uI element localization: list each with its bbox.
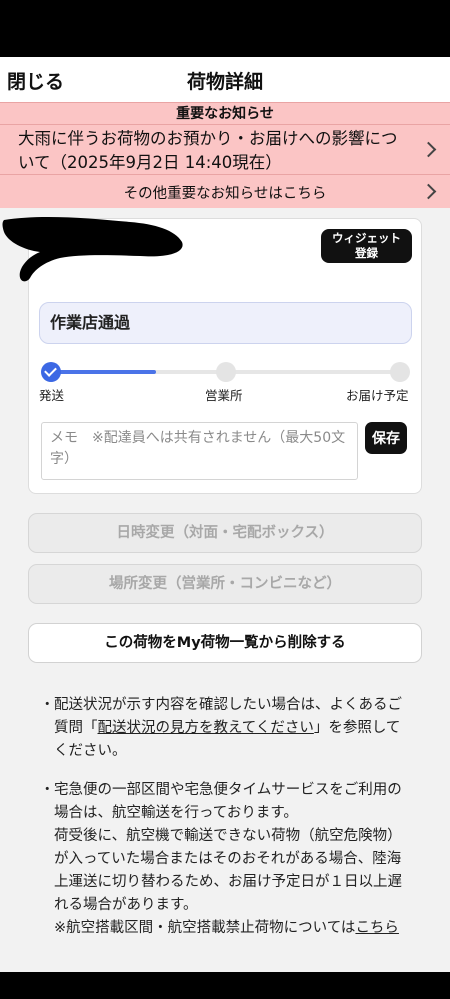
note-bullet: ・ xyxy=(40,782,55,798)
nav-bar: 閉じる 荷物詳細 xyxy=(0,57,450,102)
notice-main-link[interactable]: 大雨に伴うお荷物のお預かり・お届けへの影響について（2025年9月2日 14:4… xyxy=(0,124,450,175)
notice-other-link[interactable]: その他重要なお知らせはこちら xyxy=(0,175,450,208)
step-label-office: 営業所 xyxy=(205,388,243,403)
step-dot-shipped xyxy=(41,362,61,382)
memo-input[interactable] xyxy=(41,422,358,480)
note2-text: 宅急便の一部区間や宅急便タイムサービスをご利用の場合は、航空輸送を行っております… xyxy=(54,782,402,821)
step-label-shipped: 発送 xyxy=(39,388,65,403)
step-dot-delivery xyxy=(390,362,410,382)
step-dot-office xyxy=(216,362,236,382)
chevron-right-icon xyxy=(420,141,437,158)
change-location-button[interactable]: 場所変更（営業所・コンビニなど） xyxy=(28,564,422,604)
navigation-bar xyxy=(0,972,450,999)
save-button[interactable]: 保存 xyxy=(365,422,407,454)
note2-text2: 荷受後に、航空機で輸送できない荷物（航空危険物）が入っていた場合またはそのおそれ… xyxy=(54,828,402,913)
close-button[interactable]: 閉じる xyxy=(7,67,64,94)
change-datetime-button[interactable]: 日時変更（対面・宅配ボックス） xyxy=(28,513,422,553)
note-item: ・ 配送状況が示す内容を確認したい場合は、よくあるご質問「配送状況の見方を教えて… xyxy=(40,694,412,763)
page-title: 荷物詳細 xyxy=(186,71,263,93)
note-bullet: ・ xyxy=(40,697,55,713)
delete-package-button[interactable]: この荷物をMy荷物一覧から削除する xyxy=(28,623,422,663)
status-bar xyxy=(0,0,450,57)
widget-register-button[interactable]: ウィジェット 登録 xyxy=(321,229,412,263)
redaction-mark xyxy=(2,216,183,282)
notice-main-text: 大雨に伴うお荷物のお預かり・お届けへの影響について（2025年9月2日 14:4… xyxy=(18,129,398,172)
note-item: ・ 宅急便の一部区間や宅急便タイムサービスをご利用の場合は、航空輸送を行っており… xyxy=(40,779,412,940)
delivery-status: 作業店通過 xyxy=(39,302,412,344)
note2-text3: ※航空搭載区間・航空搭載禁止荷物については xyxy=(54,920,356,936)
step-label-delivery: お届け予定 xyxy=(346,388,409,403)
air-info-link[interactable]: こちら xyxy=(355,920,399,936)
widget-label-line1: ウィジェット xyxy=(332,231,401,245)
widget-label-line2: 登録 xyxy=(355,246,378,260)
notice-other-text: その他重要なお知らせはこちら xyxy=(123,186,327,202)
progress-fill xyxy=(51,370,156,374)
notice-heading: 重要なお知らせ xyxy=(0,102,450,124)
faq-link[interactable]: 配送状況の見方を教えてください xyxy=(98,720,314,736)
